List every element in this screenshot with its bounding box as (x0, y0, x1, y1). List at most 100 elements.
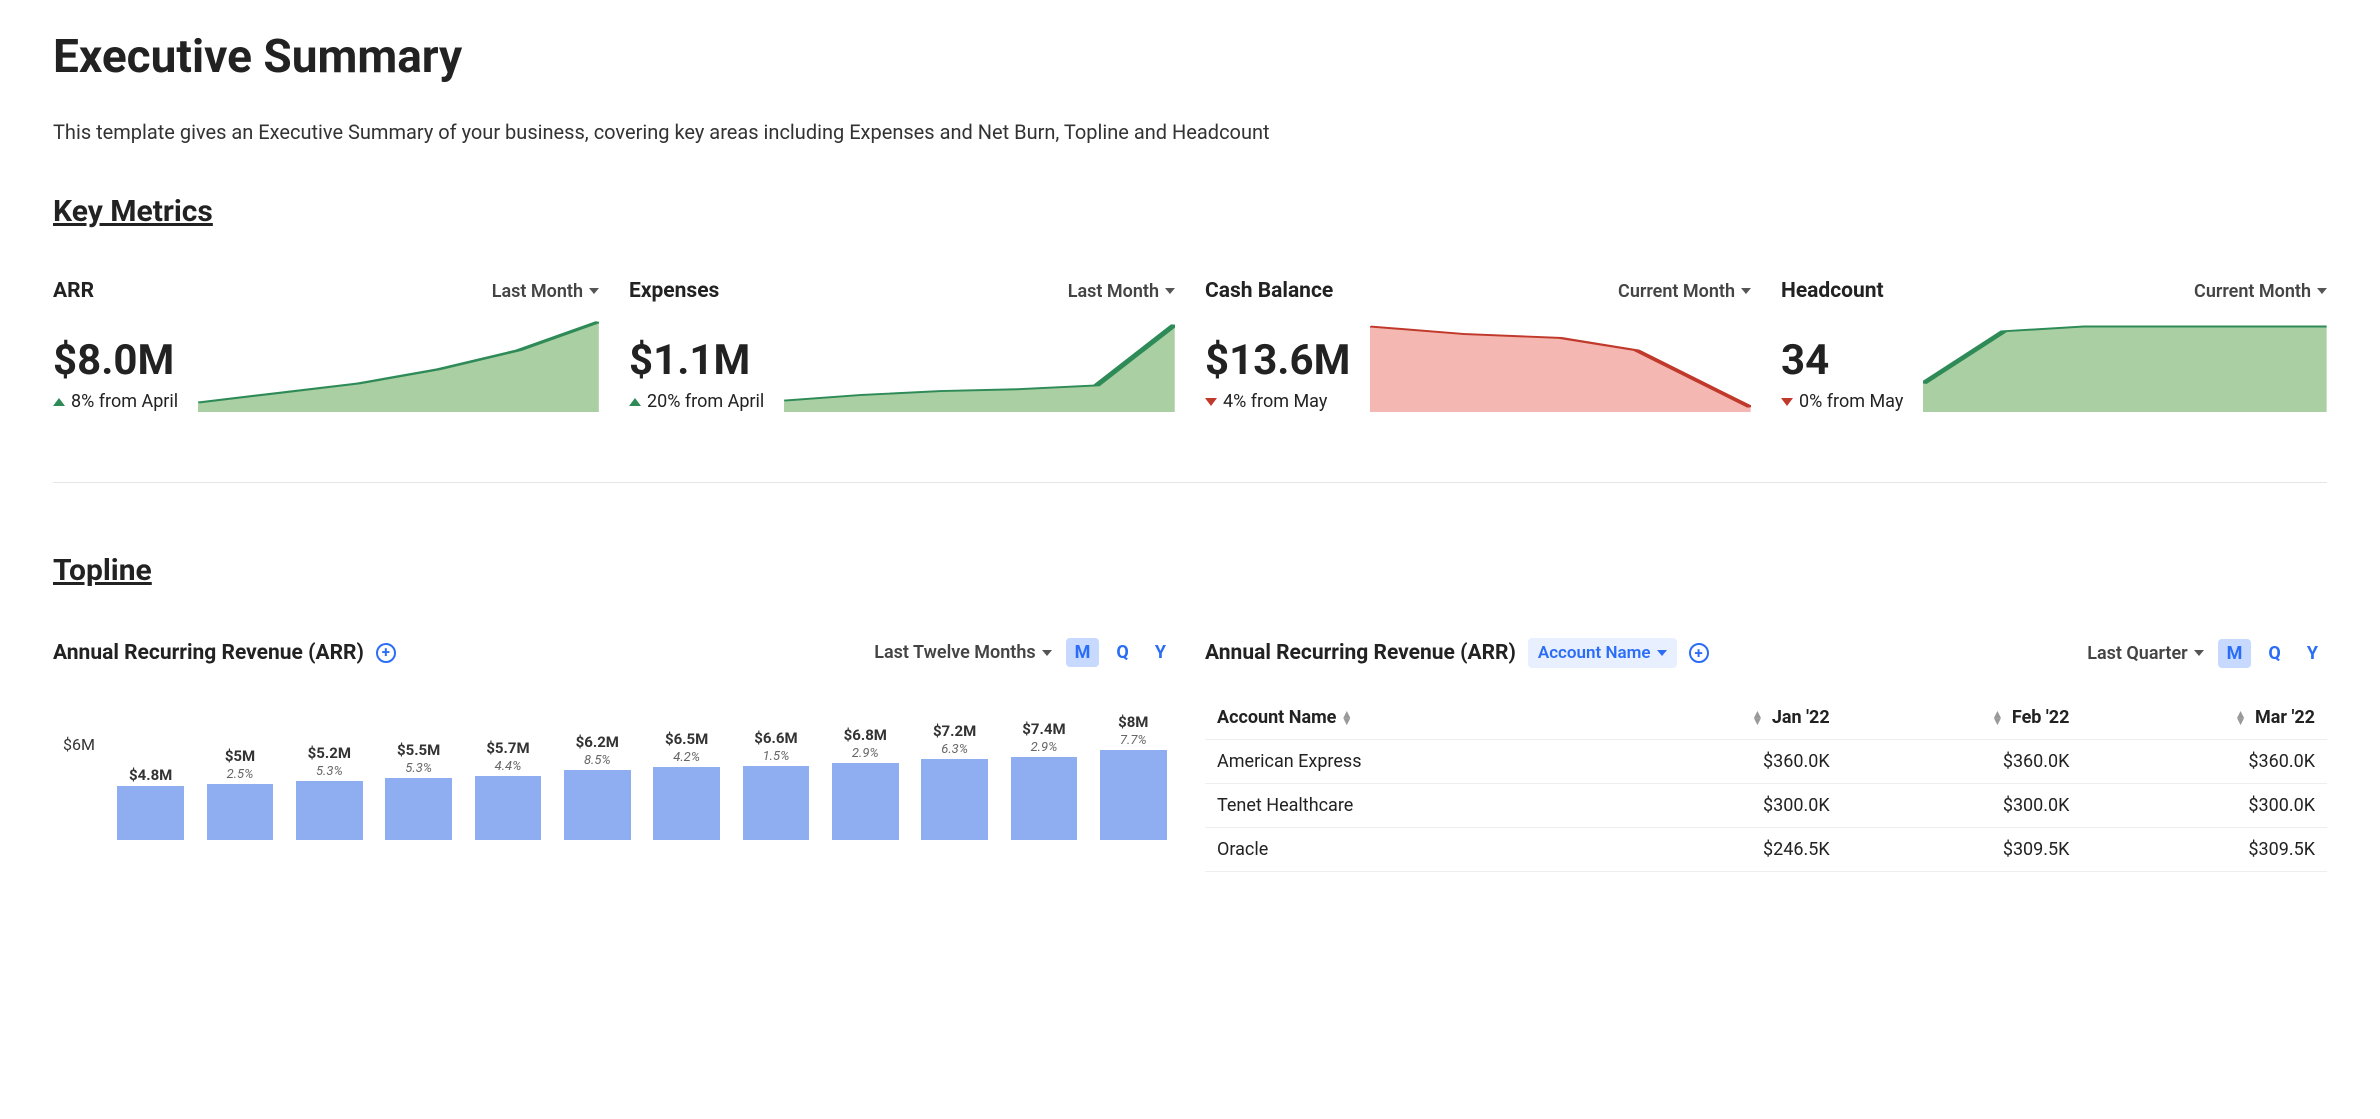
metric-delta: 4% from May (1205, 391, 1350, 412)
sort-icon (1751, 711, 1763, 725)
account-name-filter-label: Account Name (1538, 643, 1651, 663)
col-label: Jan '22 (1772, 707, 1830, 728)
caret-down-icon (2317, 288, 2327, 294)
cell-value: $300.0K (1601, 784, 1841, 828)
bar[interactable] (564, 770, 631, 840)
table-row[interactable]: Oracle$246.5K$309.5K$309.5K (1205, 828, 2327, 872)
metric-period-select[interactable]: Last Month (492, 281, 599, 302)
arr-chart-range-select[interactable]: Last Twelve Months (874, 642, 1051, 663)
page-subtitle: This template gives an Executive Summary… (53, 120, 2327, 144)
bar-pct-label: 5.3% (316, 764, 343, 779)
metric-delta: 0% from May (1781, 391, 1903, 412)
bar-pct-label: 2.9% (852, 746, 879, 761)
bar[interactable] (296, 781, 363, 840)
granularity-m[interactable]: M (2218, 639, 2252, 668)
page-title: Executive Summary (53, 30, 2327, 84)
metric-title: ARR (53, 279, 94, 303)
bar-value-label: $8M (1118, 713, 1148, 731)
bar-value-label: $5M (225, 747, 255, 765)
metric-period-select[interactable]: Last Month (1068, 281, 1175, 302)
sparkline (198, 317, 599, 412)
bar[interactable] (207, 784, 274, 840)
sort-icon (2235, 711, 2247, 725)
table-row[interactable]: American Express$360.0K$360.0K$360.0K (1205, 740, 2327, 784)
sparkline (1370, 317, 1751, 412)
bar-value-label: $7.4M (1022, 720, 1065, 738)
col-label: Mar '22 (2255, 707, 2315, 728)
bar-wrap: $7.2M 6.3% (913, 722, 996, 840)
bar-wrap: $5.5M 5.3% (377, 741, 460, 840)
granularity-q[interactable]: Q (1107, 638, 1137, 667)
bar-pct-label: 1.5% (763, 749, 790, 764)
metric-title: Cash Balance (1205, 279, 1333, 303)
bar[interactable] (1100, 750, 1167, 840)
cell-value: $360.0K (1601, 740, 1841, 784)
add-metric-button[interactable]: + (376, 643, 396, 663)
cell-value: $360.0K (2081, 740, 2327, 784)
bar-pct-label: 5.3% (405, 761, 432, 776)
cell-value: $309.5K (1842, 828, 2082, 872)
add-filter-button[interactable]: + (1689, 643, 1709, 663)
bar[interactable] (921, 759, 988, 840)
bar-wrap: $5.2M 5.3% (288, 744, 371, 840)
sparkline (1923, 317, 2327, 412)
bar[interactable] (475, 776, 542, 840)
cell-value: $300.0K (1842, 784, 2082, 828)
bar[interactable] (1011, 757, 1078, 840)
arr-table: Account Name Jan '22 Feb '22 Mar '22 Ame… (1205, 696, 2327, 872)
arr-table-range-select[interactable]: Last Quarter (2087, 643, 2203, 664)
delta-up-icon (629, 398, 641, 406)
table-row[interactable]: Tenet Healthcare$300.0K$300.0K$300.0K (1205, 784, 2327, 828)
bar-value-label: $7.2M (933, 722, 976, 740)
metric-value: $1.1M (629, 336, 764, 385)
metric-card: Headcount Current Month 34 0% from May (1781, 279, 2327, 412)
table-col-header[interactable]: Account Name (1205, 696, 1601, 740)
metric-delta-text: 4% from May (1223, 391, 1327, 412)
account-name-filter[interactable]: Account Name (1528, 638, 1677, 668)
granularity-m[interactable]: M (1066, 638, 1100, 667)
sort-icon (1992, 711, 2004, 725)
bar-wrap: $8M 7.7% (1092, 713, 1175, 840)
table-col-header[interactable]: Jan '22 (1601, 696, 1841, 740)
bar-wrap: $5.7M 4.4% (466, 739, 549, 840)
cell-account-name: Tenet Healthcare (1205, 784, 1601, 828)
arr-bar-chart: $6M $4.8M $5M 2.5% $5.2M 5.3% $5.5M 5.3%… (53, 695, 1175, 840)
bar[interactable] (385, 778, 452, 840)
metric-period-select[interactable]: Current Month (1618, 281, 1751, 302)
caret-down-icon (1657, 650, 1667, 656)
table-col-header[interactable]: Mar '22 (2081, 696, 2327, 740)
table-col-header[interactable]: Feb '22 (1842, 696, 2082, 740)
metric-value: $8.0M (53, 336, 178, 385)
bar-wrap: $6.6M 1.5% (734, 729, 817, 840)
metric-period-label: Last Month (1068, 281, 1159, 302)
bar[interactable] (117, 786, 184, 840)
cell-value: $360.0K (1842, 740, 2082, 784)
bar[interactable] (832, 763, 899, 840)
bars-container: $4.8M $5M 2.5% $5.2M 5.3% $5.5M 5.3% $5.… (109, 720, 1175, 840)
arr-table-panel: Annual Recurring Revenue (ARR) Account N… (1205, 638, 2327, 872)
arr-table-range-label: Last Quarter (2087, 643, 2187, 664)
bar[interactable] (743, 766, 810, 840)
yaxis-tick: $6M (63, 735, 95, 754)
metric-delta-text: 20% from April (647, 391, 764, 412)
granularity-y[interactable]: Y (1146, 638, 1175, 667)
metric-period-label: Last Month (492, 281, 583, 302)
metric-period-label: Current Month (2194, 281, 2311, 302)
metric-period-select[interactable]: Current Month (2194, 281, 2327, 302)
caret-down-icon (1741, 288, 1751, 294)
bar-pct-label: 7.7% (1120, 733, 1147, 748)
col-label: Feb '22 (2012, 707, 2070, 728)
bar-wrap: $5M 2.5% (198, 747, 281, 840)
bar-value-label: $6.8M (844, 726, 887, 744)
bar-wrap: $7.4M 2.9% (1002, 720, 1085, 840)
metric-period-label: Current Month (1618, 281, 1735, 302)
granularity-q[interactable]: Q (2259, 639, 2289, 668)
granularity-y[interactable]: Y (2298, 639, 2327, 668)
metric-title: Headcount (1781, 279, 1884, 303)
bar-value-label: $5.5M (397, 741, 440, 759)
bar-pct-label: 4.4% (495, 759, 522, 774)
metric-delta: 8% from April (53, 391, 178, 412)
bar[interactable] (653, 767, 720, 840)
bar-value-label: $5.2M (308, 744, 351, 762)
arr-chart-head: Annual Recurring Revenue (ARR) + Last Tw… (53, 638, 1175, 667)
